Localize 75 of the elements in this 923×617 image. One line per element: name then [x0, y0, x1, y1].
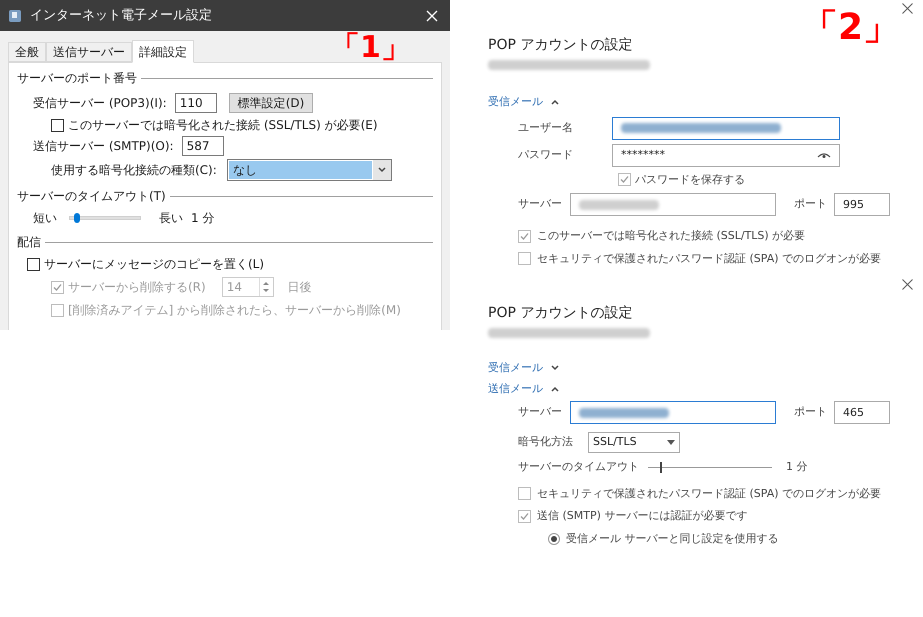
radio-button[interactable] [548, 532, 560, 545]
input-field[interactable]: 465 [834, 401, 890, 424]
encryption-dropdown[interactable]: SSL/TLS [588, 432, 680, 453]
field-label: 暗号化方法 [518, 434, 574, 450]
checkbox[interactable] [518, 230, 531, 243]
chevron-down-icon [551, 365, 559, 372]
slider-label: 短い [33, 210, 58, 227]
dropdown-value: なし [229, 161, 372, 179]
field-label: サーバー [518, 404, 563, 420]
checkbox[interactable] [27, 258, 40, 270]
slider-track[interactable] [69, 216, 141, 220]
checkbox-label: [削除済みアイテム] から削除されたら、サーバーから削除(M) [68, 302, 401, 319]
input-field[interactable]: 110 [174, 93, 217, 113]
window-title: インターネット電子メール設定 [30, 6, 212, 25]
checkbox-label: サーバーから削除する(R) [68, 279, 206, 296]
tab[interactable]: 詳細設定 [132, 40, 194, 63]
checkbox-label: 送信 (SMTP) サーバーには認証が必要です [537, 508, 748, 524]
section-toggle[interactable]: 送信メール [488, 380, 559, 397]
field-label: ユーザー名 [518, 120, 574, 136]
dropdown-value: SSL/TLS [593, 434, 638, 450]
slider-thumb[interactable] [660, 462, 662, 473]
section-toggle[interactable]: 受信メール [488, 360, 559, 376]
chevron-up-icon [551, 99, 559, 106]
checkbox-label: セキュリティで保護されたパスワード認証 (SPA) でのログオンが必要 [537, 250, 882, 266]
checkbox[interactable] [518, 510, 531, 523]
group-heading: サーバーのポート番号 [17, 70, 137, 87]
radio-label: 受信メール サーバーと同じ設定を使用する [566, 530, 778, 546]
close-icon[interactable] [902, 279, 913, 290]
section-toggle[interactable]: 受信メール [488, 94, 559, 110]
field-label: ポート [794, 196, 828, 212]
checkbox-label: このサーバーでは暗号化された接続 (SSL/TLS) が必要(E) [68, 117, 378, 134]
panel-title: POP アカウントの設定 [488, 36, 634, 54]
field-label: 受信サーバー (POP3)(I): [33, 95, 167, 112]
annotation-marker: 「1」 [330, 33, 411, 63]
input-field[interactable] [570, 401, 776, 424]
group-heading: サーバーのタイムアウト(T) [17, 188, 166, 205]
field-label: 送信サーバー (SMTP)(O): [33, 138, 174, 155]
annotation-marker: 「2」 [802, 10, 899, 46]
tab[interactable]: 全般 [8, 42, 46, 62]
field-label: 使用する暗号化接続の種類(C): [51, 162, 218, 179]
input-field[interactable] [612, 116, 840, 140]
input-field[interactable]: 995 [834, 193, 890, 216]
checkbox[interactable] [51, 118, 64, 132]
app-icon [8, 8, 22, 24]
default-button[interactable]: 標準設定(D) [228, 93, 314, 113]
eye-icon[interactable] [817, 151, 831, 159]
input-field[interactable] [570, 193, 776, 216]
field-label: ポート [794, 404, 828, 420]
checkbox[interactable] [518, 252, 531, 266]
timeout-value: 1 分 [191, 210, 214, 227]
chevron-up-icon [551, 386, 559, 392]
checkbox-label: セキュリティで保護されたパスワード認証 (SPA) でのログオンが必要 [537, 486, 882, 502]
slider-label: 長い [159, 210, 183, 227]
checkbox[interactable] [618, 173, 631, 186]
close-icon[interactable] [902, 3, 913, 14]
encryption-dropdown[interactable]: なし [227, 159, 392, 181]
slider-track[interactable] [648, 462, 772, 473]
slider-thumb[interactable] [74, 213, 80, 223]
field-label: サーバー [518, 196, 563, 212]
checkbox[interactable] [518, 487, 531, 500]
checkbox-label: サーバーにメッセージのコピーを置く(L) [44, 256, 264, 273]
field-label: パスワード [518, 146, 574, 163]
checkbox-label: パスワードを保存する [635, 172, 745, 188]
spin-arrows-icon [262, 281, 270, 293]
timeout-value: 1 分 [786, 459, 808, 475]
slider-label: サーバーのタイムアウト [518, 459, 640, 475]
days-unit: 日後 [288, 279, 312, 296]
caret-icon [667, 440, 675, 445]
chevron-down-icon [378, 167, 386, 173]
password-field[interactable]: ******** [612, 144, 840, 166]
group-heading: 配信 [17, 234, 41, 251]
input-field[interactable]: 587 [182, 136, 224, 156]
checkbox-label: このサーバーでは暗号化された接続 (SSL/TLS) が必要 [537, 228, 806, 244]
panel-title: POP アカウントの設定 [488, 304, 634, 322]
tab[interactable]: 送信サーバー [46, 42, 132, 62]
